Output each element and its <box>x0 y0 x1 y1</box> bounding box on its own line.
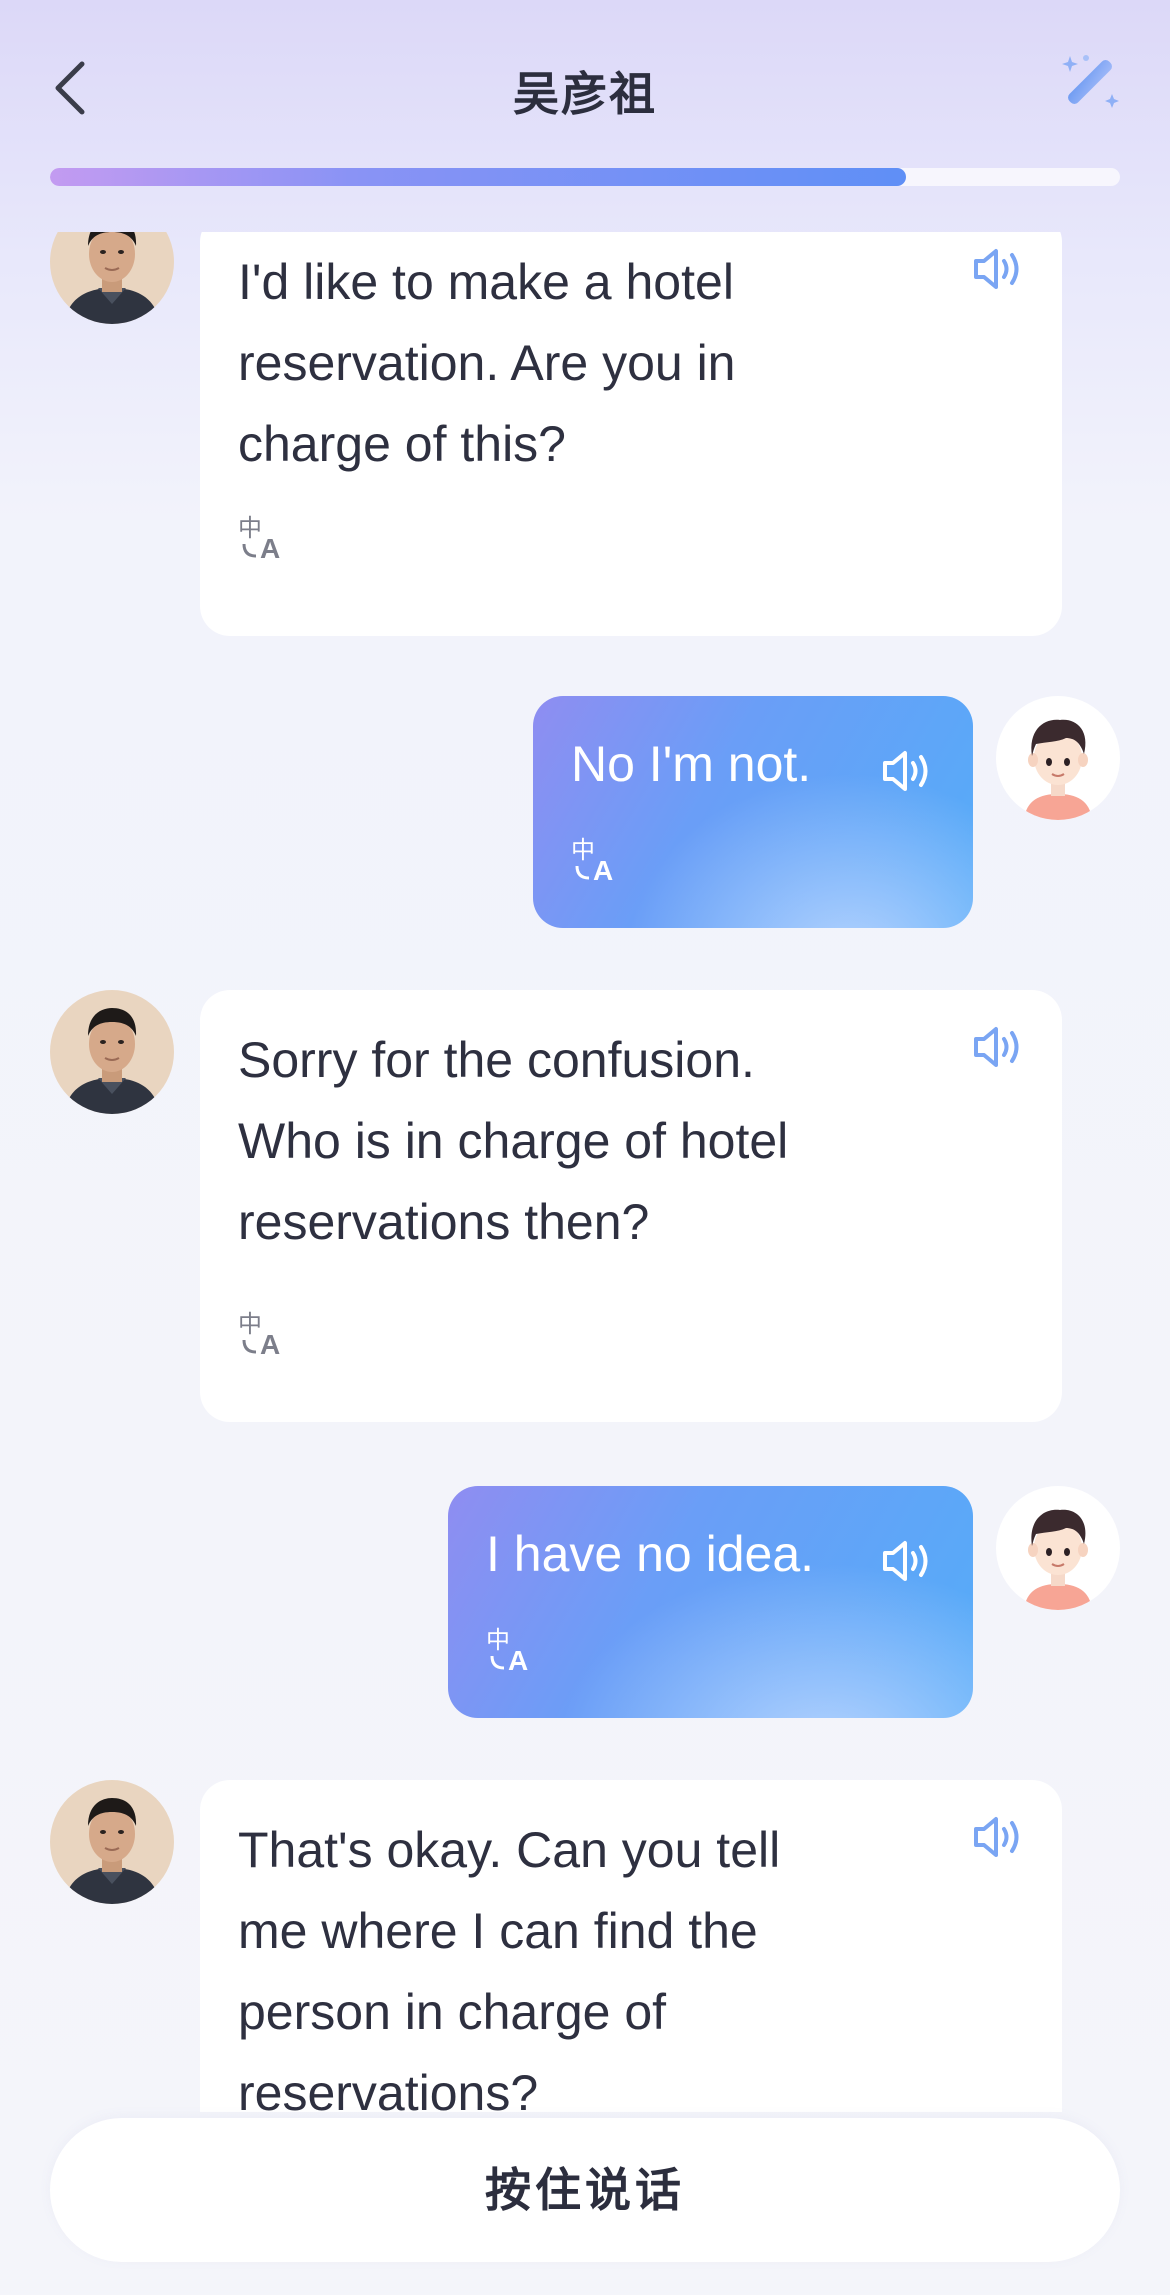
magic-wand-button[interactable] <box>1056 50 1126 120</box>
assistant-bubble: Sorry for the confusion. Who is in charg… <box>200 990 1062 1422</box>
speaker-icon <box>883 1541 928 1581</box>
assistant-avatar[interactable] <box>50 232 174 324</box>
message-user: No I'm not. 中 A <box>0 696 1170 928</box>
translate-icon: 中 A <box>238 514 280 564</box>
speaker-button[interactable] <box>970 1022 1028 1072</box>
translate-button[interactable]: 中 A <box>571 834 623 886</box>
message-assistant: That's okay. Can you tell me where I can… <box>0 1780 1170 2112</box>
message-text: That's okay. Can you tell me where I can… <box>238 1822 781 2112</box>
hold-to-talk-button[interactable]: 按住说话 <box>50 2118 1120 2262</box>
translate-button[interactable]: 中 A <box>486 1624 538 1676</box>
svg-text:A: A <box>260 533 280 564</box>
svg-text:A: A <box>508 1645 528 1676</box>
assistant-bubble: That's okay. Can you tell me where I can… <box>200 1780 1062 2112</box>
magic-wand-icon <box>1062 55 1119 108</box>
page-title: 吴彦祖 <box>513 68 657 120</box>
svg-text:A: A <box>593 855 613 886</box>
chat-list: I'd like to make a hotel reservation. Ar… <box>0 232 1170 2112</box>
progress-bar <box>50 168 1120 186</box>
hold-to-talk-label: 按住说话 <box>485 2164 685 2216</box>
speaker-button[interactable] <box>879 1536 937 1586</box>
translate-icon: 中 A <box>571 836 613 886</box>
svg-text:中: 中 <box>571 836 595 864</box>
speaker-button[interactable] <box>970 244 1028 294</box>
translate-icon: 中 A <box>486 1626 528 1676</box>
svg-text:中: 中 <box>486 1626 510 1654</box>
user-avatar[interactable] <box>996 696 1120 820</box>
top-bar: 吴彦祖 <box>0 0 1170 230</box>
message-user: I have no idea. 中 A <box>0 1486 1170 1718</box>
message-assistant: Sorry for the confusion. Who is in charg… <box>0 990 1170 1422</box>
message-text: I have no idea. <box>486 1526 815 1582</box>
assistant-avatar[interactable] <box>50 990 174 1114</box>
translate-button[interactable]: 中 A <box>238 1308 290 1360</box>
progress-bar-fill <box>50 168 906 186</box>
message-text: Sorry for the confusion. Who is in charg… <box>238 1032 789 1250</box>
message-text: No I'm not. <box>571 736 812 792</box>
svg-text:A: A <box>260 1329 280 1360</box>
speaker-icon <box>974 249 1019 289</box>
assistant-bubble: I'd like to make a hotel reservation. Ar… <box>200 232 1062 636</box>
speaker-icon <box>974 1817 1019 1857</box>
speaker-button[interactable] <box>879 746 937 796</box>
translate-button[interactable]: 中 A <box>238 512 290 564</box>
speaker-icon <box>883 751 928 791</box>
speaker-icon <box>974 1027 1019 1067</box>
message-assistant: I'd like to make a hotel reservation. Ar… <box>0 232 1170 636</box>
user-avatar[interactable] <box>996 1486 1120 1610</box>
message-text: I'd like to make a hotel reservation. Ar… <box>238 254 736 472</box>
user-bubble: No I'm not. 中 A <box>533 696 973 928</box>
svg-text:中: 中 <box>238 1310 262 1338</box>
svg-text:中: 中 <box>238 514 262 542</box>
user-bubble: I have no idea. 中 A <box>448 1486 973 1718</box>
speaker-button[interactable] <box>970 1812 1028 1862</box>
assistant-avatar[interactable] <box>50 1780 174 1904</box>
translate-icon: 中 A <box>238 1310 280 1360</box>
